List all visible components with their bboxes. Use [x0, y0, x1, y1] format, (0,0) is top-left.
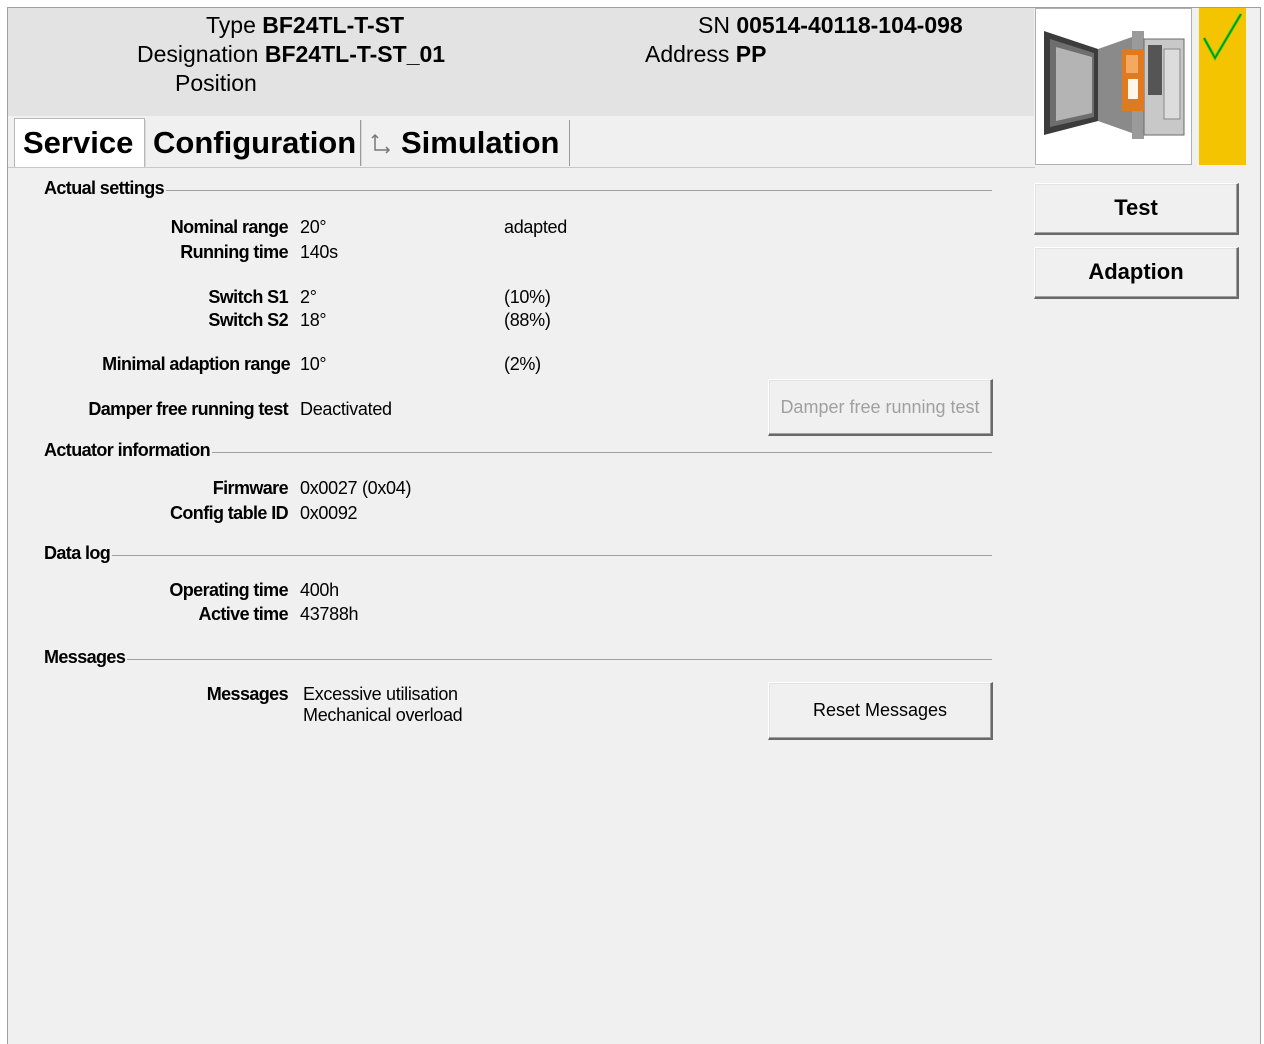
tab-bar: Service Configuration Simulation: [8, 116, 1034, 168]
status-indicator: [1199, 8, 1246, 165]
data-log-rule: [44, 555, 992, 556]
config-table-value: 0x0092: [300, 503, 358, 523]
designation-value: BF24TL-T-ST_01: [264, 41, 446, 67]
min-adaption-range-label: Minimal adaption range: [102, 354, 290, 374]
nominal-range-status: adapted: [504, 217, 567, 237]
reset-messages-button[interactable]: Reset Messages: [768, 682, 993, 740]
reset-messages-label: Reset Messages: [812, 700, 948, 720]
damper-test-button-label: Damper free running test: [780, 397, 980, 417]
device-header: Type BF24TL-T-ST Designation BF24TL-T-ST…: [8, 8, 1034, 116]
firmware-value: 0x0027 (0x04): [300, 478, 412, 498]
sn-label: SN: [698, 12, 730, 38]
switch-s2-label: Switch S2: [208, 310, 288, 330]
messages-label: Messages: [206, 684, 289, 704]
damper-test-value: Deactivated: [300, 399, 392, 419]
test-button[interactable]: Test: [1034, 183, 1239, 235]
switch-s2-value: 18°: [300, 310, 327, 330]
active-time-value: 43788h: [300, 604, 359, 624]
operating-time-value: 400h: [300, 580, 339, 600]
switch-s1-label: Switch S1: [208, 287, 288, 307]
arrow-branch-icon: [371, 133, 391, 154]
actual-settings-rule: [44, 190, 992, 191]
position-line: Position: [175, 70, 257, 97]
messages-title: Messages: [44, 647, 128, 668]
messages-rule: [44, 659, 992, 660]
test-button-label: Test: [1114, 195, 1158, 220]
switch-s1-value: 2°: [300, 287, 317, 307]
nominal-range-value: 20°: [300, 217, 327, 237]
address-value: PP: [735, 41, 767, 67]
running-time-label: Running time: [180, 242, 288, 262]
checkmark-icon: [1202, 13, 1243, 62]
tab-service[interactable]: Service: [14, 118, 145, 168]
min-adaption-range-value: 10°: [300, 354, 327, 374]
switch-s1-percent: (10%): [504, 287, 551, 307]
damper-actuator-image: [1035, 8, 1192, 165]
data-log-title: Data log: [44, 543, 113, 564]
type-label: Type: [206, 12, 256, 38]
damper-illustration: [1044, 31, 1185, 139]
sn-line: SN 00514-40118-104-098: [698, 12, 963, 39]
address-line: Address PP: [645, 41, 766, 68]
type-line: Type BF24TL-T-ST: [206, 12, 404, 39]
damper-free-running-test-button[interactable]: Damper free running test: [768, 379, 993, 436]
tab-service-label: Service: [23, 125, 134, 160]
damper-test-label: Damper free running test: [88, 399, 288, 419]
min-adaption-range-percent: (2%): [504, 354, 541, 374]
message-item: Excessive utilisation: [303, 684, 458, 704]
position-label: Position: [175, 70, 257, 96]
designation-line: Designation BF24TL-T-ST_01: [137, 41, 445, 68]
tab-configuration[interactable]: Configuration: [145, 120, 361, 166]
sn-value: 00514-40118-104-098: [736, 12, 963, 38]
actual-settings-title: Actual settings: [44, 178, 167, 199]
actuator-info-title: Actuator information: [44, 440, 212, 461]
address-label: Address: [645, 41, 730, 67]
designation-label: Designation: [137, 41, 259, 67]
tab-divider: [8, 167, 1035, 168]
tab-simulation-label: Simulation: [401, 125, 560, 160]
active-time-label: Active time: [198, 604, 289, 624]
nominal-range-label: Nominal range: [170, 217, 289, 237]
tab-simulation[interactable]: Simulation: [361, 120, 570, 166]
adaption-button[interactable]: Adaption: [1034, 247, 1239, 299]
operating-time-label: Operating time: [169, 580, 288, 600]
switch-s2-percent: (88%): [504, 310, 551, 330]
config-table-label: Config table ID: [170, 503, 289, 523]
message-item: Mechanical overload: [303, 705, 463, 725]
firmware-label: Firmware: [212, 478, 289, 498]
adaption-button-label: Adaption: [1088, 259, 1184, 284]
running-time-value: 140s: [300, 242, 338, 262]
type-value: BF24TL-T-ST: [262, 12, 405, 38]
tab-configuration-label: Configuration: [153, 125, 357, 160]
